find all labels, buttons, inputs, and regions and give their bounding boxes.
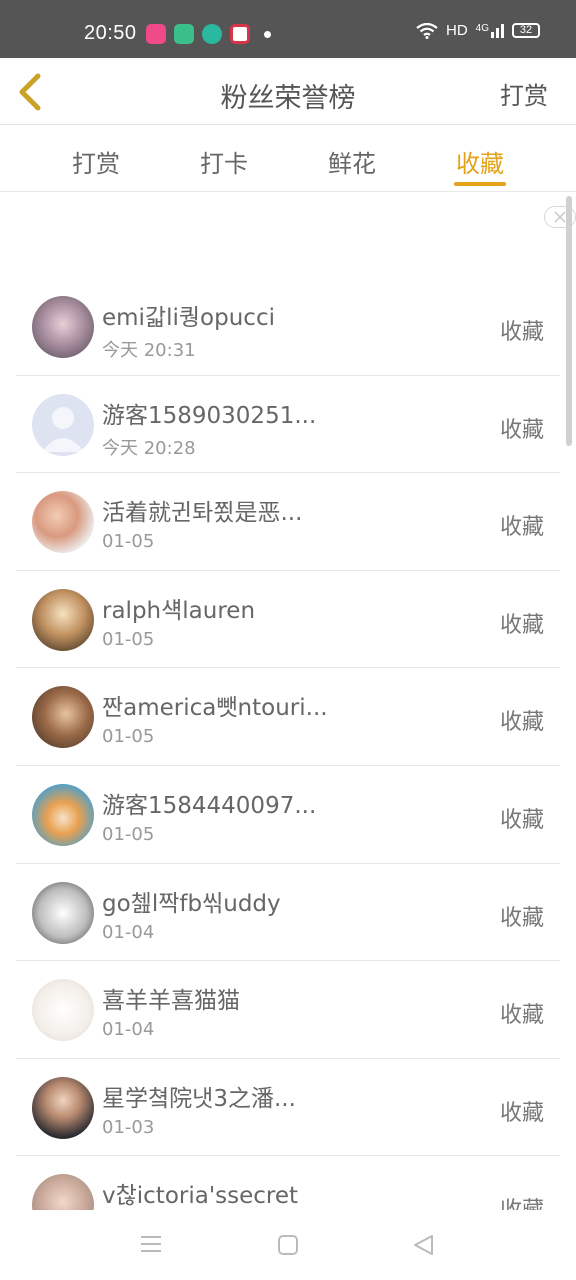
wifi-icon [416,22,438,39]
avatar [32,979,94,1042]
notification-icons [146,24,271,44]
list-item[interactable]: 짠america뺏ntouri... 01-05 收藏 [16,668,560,766]
more-notifications-icon [264,30,271,38]
system-nav-bar [0,1210,576,1280]
list-item[interactable]: emi갋li퀑opucci 今天 20:31 收藏 [16,278,560,376]
fan-action: 收藏 [499,515,544,541]
status-bar: 20:50 HD 4G 32 [0,0,576,58]
fan-name: 游客1589030251... [102,402,317,429]
fan-list: emi갋li퀑opucci 今天 20:31 收藏 游客1589030251..… [16,278,560,1254]
fan-name: ralph섁lauren [102,597,256,624]
fan-time: 今天 20:31 [102,340,196,361]
back-triangle-icon[interactable] [412,1234,436,1256]
list-item[interactable]: ralph섁lauren 01-05 收藏 [16,571,560,669]
avatar [32,881,94,944]
video-app-icon [146,24,166,44]
media-app-icon [230,24,250,44]
fan-time: 01-04 [102,921,155,943]
fan-time: 01-05 [102,823,155,845]
fan-time: 01-03 [102,1116,155,1138]
battery-icon: 32 [512,23,540,38]
fan-action: 收藏 [499,1100,544,1126]
reward-button[interactable]: 打赏 [500,76,548,111]
list-item[interactable]: 星学쳨院냇3之潘... 01-03 收藏 [16,1059,560,1157]
network-type: HD [445,22,468,39]
fan-name: 星学쳨院냇3之潘... [102,1085,296,1112]
menu-icon[interactable] [140,1234,162,1254]
tab-favorites[interactable]: 收藏 [430,144,530,179]
tab-checkin[interactable]: 打卡 [174,144,274,179]
list-item[interactable]: 游客1589030251... 今天 20:28 收藏 [16,376,560,474]
avatar [32,296,94,358]
fan-action: 收藏 [499,320,544,345]
avatar [32,491,94,554]
avatar [32,686,94,749]
tab-bar: 打赏 打卡 鲜花 收藏 [0,126,576,192]
fan-name: go쳂l짝fb씪uddy [102,890,281,917]
fan-action: 收藏 [499,905,544,931]
list-item[interactable]: 游客1584440097... 01-05 收藏 [16,766,560,864]
fan-time: 01-05 [102,628,155,650]
fan-time: 01-04 [102,1019,155,1041]
cell-type: 4G [475,22,489,34]
list-item[interactable]: 活着就귄톼쬤是恶... 01-05 收藏 [16,473,560,571]
avatar [32,1076,94,1139]
fan-name: 喜羊羊喜猫猫 [102,988,240,1015]
avatar [32,393,94,456]
fan-action: 收藏 [499,710,544,736]
fan-name: 짠america뺏ntouri... [102,695,328,722]
default-user-icon [42,406,84,452]
fan-name: v찮ictoria'ssecret [102,1183,299,1210]
home-icon[interactable] [277,1234,299,1256]
fan-name: 游客1584440097... [102,792,317,819]
fan-action: 收藏 [499,417,544,443]
tab-reward[interactable]: 打赏 [46,144,146,179]
list-item[interactable]: 喜羊羊喜猫猫 01-04 收藏 [16,961,560,1059]
fan-action: 收藏 [499,612,544,638]
cell-signal-icon: 4G [475,22,504,38]
list-item[interactable]: go쳂l짝fb씪uddy 01-04 收藏 [16,864,560,962]
shopping-app-icon [174,24,194,44]
fan-action: 收藏 [499,1003,544,1029]
browser-app-icon [202,24,222,44]
tab-flowers[interactable]: 鲜花 [302,144,402,179]
fan-time: 01-05 [102,531,155,553]
status-time: 20:50 [84,22,137,44]
active-tab-indicator [454,182,506,186]
fan-time: 今天 20:28 [102,437,196,459]
fan-action: 收藏 [499,807,544,833]
page-title: 粉丝荣誉榜 [220,83,356,114]
avatar [32,588,94,651]
avatar [32,783,94,846]
fan-name: 活着就귄톼쬤是恶... [102,500,303,527]
scrollbar[interactable] [566,196,572,446]
status-indicators: HD 4G 32 [416,22,540,39]
header: 粉丝荣誉榜 打赏 [0,58,576,125]
fan-time: 01-05 [102,726,155,748]
fan-name: emi갋li퀑opucci [102,305,275,331]
